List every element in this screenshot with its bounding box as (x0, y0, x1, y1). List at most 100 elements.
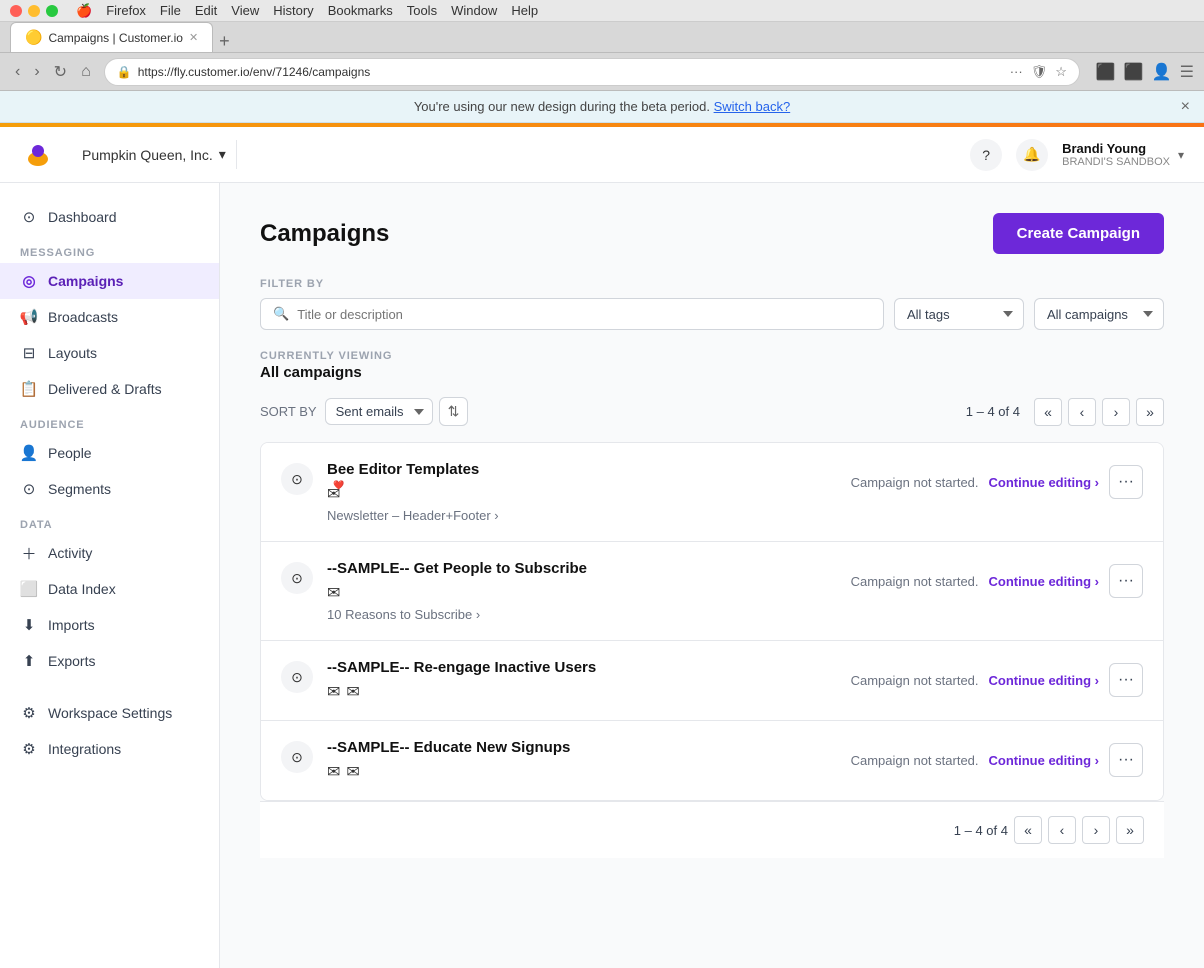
mac-close-dot[interactable] (10, 5, 22, 17)
tab-close-button[interactable]: ✕ (189, 31, 198, 44)
campaign-name-educate[interactable]: --SAMPLE-- Educate New Signups (327, 739, 851, 756)
more-options-reengage[interactable]: ··· (1109, 663, 1143, 697)
campaign-icon-bee: ⊙ (281, 463, 313, 495)
mac-minimize-dot[interactable] (28, 5, 40, 17)
campaign-meta-link-subscribe[interactable]: 10 Reasons to Subscribe › (327, 607, 480, 622)
bottom-pagination-info: 1 – 4 of 4 (954, 823, 1008, 838)
user-sandbox: BRANDI'S SANDBOX (1062, 156, 1170, 168)
continue-editing-subscribe[interactable]: Continue editing › (989, 574, 1099, 589)
sidebar-item-people[interactable]: 👤 People (0, 435, 219, 471)
overflow-icon[interactable]: ☰ (1180, 62, 1194, 82)
sidebar-label-people: People (48, 445, 92, 461)
search-icon: 🔍 (273, 306, 289, 322)
campaign-status-educate: Campaign not started. Continue editing ›… (851, 739, 1143, 777)
campaign-meta-link-bee[interactable]: Newsletter – Header+Footer › (327, 508, 499, 523)
mac-maximize-dot[interactable] (46, 5, 58, 17)
beta-banner-close[interactable]: × (1181, 98, 1190, 116)
integrations-icon: ⚙ (20, 740, 38, 758)
sidebar-item-integrations[interactable]: ⚙ Integrations (0, 731, 219, 767)
page-first-button[interactable]: « (1034, 398, 1062, 426)
browser-navigation: ‹ › ↻ ⌂ (10, 60, 96, 84)
sidebar-item-activity[interactable]: ＋ Activity (0, 535, 219, 571)
bottom-page-first-button[interactable]: « (1014, 816, 1042, 844)
forward-button[interactable]: › (29, 60, 44, 84)
page-header: Campaigns Create Campaign (260, 213, 1164, 254)
mac-menu-bookmarks[interactable]: Bookmarks (328, 3, 393, 19)
sidebar-label-segments: Segments (48, 481, 111, 497)
campaign-info-bee: Bee Editor Templates ✉❤️ Newsletter – He… (327, 461, 851, 523)
sidebar-item-delivered[interactable]: 📋 Delivered & Drafts (0, 371, 219, 407)
page-next-button[interactable]: › (1102, 398, 1130, 426)
campaign-icon-reengage: ⊙ (281, 661, 313, 693)
mac-menu-firefox[interactable]: Firefox (106, 3, 146, 19)
reload-button[interactable]: ↻ (49, 60, 72, 84)
continue-editing-bee[interactable]: Continue editing › (989, 475, 1099, 490)
sidebar-item-imports[interactable]: ⬇ Imports (0, 607, 219, 643)
sidebar-item-dashboard[interactable]: ⊙ Dashboard (0, 199, 219, 235)
more-options-subscribe[interactable]: ··· (1109, 564, 1143, 598)
delivered-icon: 📋 (20, 380, 38, 398)
back-button[interactable]: ‹ (10, 60, 25, 84)
workspace-selector[interactable]: Pumpkin Queen, Inc. ▾ (72, 140, 237, 169)
notifications-button[interactable]: 🔔 (1016, 139, 1048, 171)
page-prev-button[interactable]: ‹ (1068, 398, 1096, 426)
browser-tab-active[interactable]: 🟡 Campaigns | Customer.io ✕ (10, 22, 213, 52)
campaign-name-reengage[interactable]: --SAMPLE-- Re-engage Inactive Users (327, 659, 851, 676)
user-menu[interactable]: Brandi Young BRANDI'S SANDBOX ▾ (1062, 141, 1184, 168)
sidebar-item-layouts[interactable]: ⊟ Layouts (0, 335, 219, 371)
email-icon-1: ✉❤️ (327, 484, 340, 504)
home-button[interactable]: ⌂ (76, 60, 96, 84)
sidebar-item-data-index[interactable]: ⬜ Data Index (0, 571, 219, 607)
tags-filter[interactable]: All tags (894, 298, 1024, 330)
browser-menu-icon[interactable]: ··· (1010, 64, 1023, 80)
search-input[interactable] (297, 307, 871, 322)
switch-back-link[interactable]: Switch back? (714, 99, 791, 114)
sidebar-item-workspace-settings[interactable]: ⚙ Workspace Settings (0, 695, 219, 731)
continue-editing-educate[interactable]: Continue editing › (989, 753, 1099, 768)
sidebar-item-segments[interactable]: ⊙ Segments (0, 471, 219, 507)
sort-select[interactable]: Sent emails (325, 398, 433, 425)
campaigns-filter[interactable]: All campaigns (1034, 298, 1164, 330)
page-last-button[interactable]: » (1136, 398, 1164, 426)
mac-menu-history[interactable]: History (273, 3, 313, 19)
campaign-info-reengage: --SAMPLE-- Re-engage Inactive Users ✉ ✉ (327, 659, 851, 702)
sidebar-label-delivered: Delivered & Drafts (48, 381, 162, 397)
mac-apple[interactable]: 🍎 (76, 3, 92, 19)
url-bar[interactable]: 🔒 https://fly.customer.io/env/71246/camp… (104, 58, 1080, 86)
new-tab-button[interactable]: + (213, 31, 236, 52)
app-header: Pumpkin Queen, Inc. ▾ ? 🔔 Brandi Young B… (0, 127, 1204, 183)
mac-menu-file[interactable]: File (160, 3, 181, 19)
mac-menu-view[interactable]: View (231, 3, 259, 19)
workspace-name: Pumpkin Queen, Inc. (82, 147, 213, 163)
campaign-name-subscribe[interactable]: --SAMPLE-- Get People to Subscribe (327, 560, 851, 577)
campaign-info-educate: --SAMPLE-- Educate New Signups ✉ ✉ (327, 739, 851, 782)
url-text: https://fly.customer.io/env/71246/campai… (138, 65, 371, 79)
user-name: Brandi Young (1062, 141, 1170, 156)
library-icon[interactable]: ⬛ (1096, 62, 1116, 82)
bottom-page-prev-button[interactable]: ‹ (1048, 816, 1076, 844)
app-body: ⊙ Dashboard MESSAGING ◎ Campaigns 📢 Broa… (0, 183, 1204, 968)
more-options-bee[interactable]: ··· (1109, 465, 1143, 499)
sidebar-toggle-icon[interactable]: ⬛ (1124, 62, 1144, 82)
campaign-tags-educate: ✉ ✉ (327, 762, 851, 782)
sidebar-item-campaigns[interactable]: ◎ Campaigns (0, 263, 219, 299)
bottom-page-next-button[interactable]: › (1082, 816, 1110, 844)
sidebar-item-broadcasts[interactable]: 📢 Broadcasts (0, 299, 219, 335)
campaign-name-bee[interactable]: Bee Editor Templates (327, 461, 851, 478)
more-options-educate[interactable]: ··· (1109, 743, 1143, 777)
sort-label: SORT BY (260, 404, 317, 419)
mac-menu-edit[interactable]: Edit (195, 3, 217, 19)
mac-menu-tools[interactable]: Tools (407, 3, 437, 19)
sidebar-item-exports[interactable]: ⬆ Exports (0, 643, 219, 679)
browser-tab-bar: 🟡 Campaigns | Customer.io ✕ + (0, 22, 1204, 53)
reader-icon[interactable]: 🛡 (1031, 64, 1048, 80)
sort-direction-button[interactable]: ⇅ (439, 397, 469, 426)
help-button[interactable]: ? (970, 139, 1002, 171)
create-campaign-button[interactable]: Create Campaign (993, 213, 1164, 254)
mac-menu-window[interactable]: Window (451, 3, 497, 19)
mac-menu-help[interactable]: Help (511, 3, 538, 19)
profile-icon[interactable]: 👤 (1152, 62, 1172, 82)
bottom-page-last-button[interactable]: » (1116, 816, 1144, 844)
bookmark-icon[interactable]: ☆ (1055, 64, 1067, 80)
continue-editing-reengage[interactable]: Continue editing › (989, 673, 1099, 688)
